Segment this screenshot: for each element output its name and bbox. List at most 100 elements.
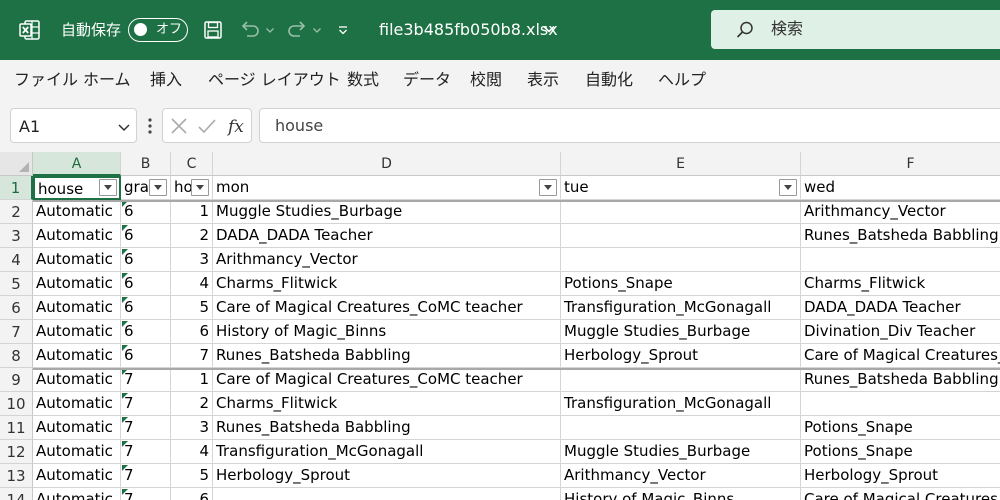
cell-c-12[interactable]: 4 [171,440,213,464]
cell-f-9[interactable]: Runes_Batsheda Babbling [801,368,1000,392]
cell-a-10[interactable]: Automatic [33,392,121,416]
number-as-text-indicator-icon[interactable] [122,465,128,471]
number-as-text-indicator-icon[interactable] [122,249,128,255]
cell-f-4[interactable] [801,248,1000,272]
cell-b-8[interactable]: 6 [121,344,171,368]
redo-dropdown-icon[interactable] [311,18,323,42]
cell-d-4[interactable]: Arithmancy_Vector [213,248,561,272]
cell-d-11[interactable]: Runes_Batsheda Babbling [213,416,561,440]
name-box-chevron-icon[interactable] [117,120,131,134]
filter-dropdown-icon[interactable] [99,179,117,196]
cell-c-9[interactable]: 1 [171,368,213,392]
number-as-text-indicator-icon[interactable] [122,441,128,447]
cell-b-10[interactable]: 7 [121,392,171,416]
filter-dropdown-icon[interactable] [149,179,167,196]
cell-a-12[interactable]: Automatic [33,440,121,464]
cell-e-10[interactable]: Transfiguration_McGonagall [561,392,801,416]
customize-toolbar-icon[interactable] [335,18,351,42]
cell-c-4[interactable]: 3 [171,248,213,272]
cell-f-5[interactable]: Charms_Flitwick [801,272,1000,296]
cell-f-3[interactable]: Runes_Batsheda Babbling [801,224,1000,248]
select-all-button[interactable] [0,152,33,176]
cell-b-12[interactable]: 7 [121,440,171,464]
undo-icon[interactable] [236,18,264,42]
row-header-10[interactable]: 10 [0,392,33,416]
more-options-icon[interactable] [147,117,153,135]
row-header-4[interactable]: 4 [0,248,33,272]
cell-b-3[interactable]: 6 [121,224,171,248]
cell-d-5[interactable]: Charms_Flitwick [213,272,561,296]
cell-e-7[interactable]: Muggle Studies_Burbage [561,320,801,344]
cell-d-3[interactable]: DADA_DADA Teacher [213,224,561,248]
cell-d-6[interactable]: Care of Magical Creatures_CoMC teacher [213,296,561,320]
cell-d-14[interactable] [213,488,561,500]
cell-f-10[interactable] [801,392,1000,416]
file-name-chevron-icon[interactable] [541,21,557,37]
cell-a-4[interactable]: Automatic [33,248,121,272]
row-header-12[interactable]: 12 [0,440,33,464]
cell-e-5[interactable]: Potions_Snape [561,272,801,296]
number-as-text-indicator-icon[interactable] [122,297,128,303]
redo-icon[interactable] [283,18,311,42]
header-cell-f[interactable]: wed [801,176,1000,200]
cell-e-12[interactable]: Muggle Studies_Burbage [561,440,801,464]
cell-b-7[interactable]: 6 [121,320,171,344]
cell-d-2[interactable]: Muggle Studies_Burbage [213,200,561,224]
excel-logo-icon[interactable] [19,19,41,41]
cell-c-7[interactable]: 6 [171,320,213,344]
cell-b-2[interactable]: 6 [121,200,171,224]
cell-a-9[interactable]: Automatic [33,368,121,392]
column-header-e[interactable]: E [561,152,801,176]
row-header-1[interactable]: 1 [0,176,33,200]
enter-icon[interactable] [197,116,217,136]
number-as-text-indicator-icon[interactable] [122,417,128,423]
cell-d-7[interactable]: History of Magic_Binns [213,320,561,344]
number-as-text-indicator-icon[interactable] [122,393,128,399]
row-header-2[interactable]: 2 [0,200,33,224]
search-box[interactable]: 検索 [711,10,1000,49]
cell-e-13[interactable]: Arithmancy_Vector [561,464,801,488]
cell-f-13[interactable]: Herbology_Sprout [801,464,1000,488]
cell-e-6[interactable]: Transfiguration_McGonagall [561,296,801,320]
filter-dropdown-icon[interactable] [191,179,209,196]
cell-c-3[interactable]: 2 [171,224,213,248]
cell-f-2[interactable]: Arithmancy_Vector [801,200,1000,224]
cell-b-14[interactable]: 7 [121,488,171,500]
column-header-c[interactable]: C [171,152,213,176]
cell-a-14[interactable]: Automatic [33,488,121,500]
autosave-toggle[interactable]: オフ [128,18,188,42]
row-header-14[interactable]: 14 [0,488,33,500]
cell-d-12[interactable]: Transfiguration_McGonagall [213,440,561,464]
cell-e-14[interactable]: History of Magic_Binns [561,488,801,500]
filter-dropdown-icon[interactable] [539,179,557,196]
tab-data[interactable]: データ [403,69,451,91]
column-header-f[interactable]: F [801,152,1000,176]
row-header-9[interactable]: 9 [0,368,33,392]
tab-insert[interactable]: 挿入 [150,69,182,91]
cell-b-13[interactable]: 7 [121,464,171,488]
number-as-text-indicator-icon[interactable] [122,489,128,495]
formula-input[interactable]: house [259,108,1000,143]
cell-f-12[interactable]: Potions_Snape [801,440,1000,464]
cell-a-8[interactable]: Automatic [33,344,121,368]
number-as-text-indicator-icon[interactable] [122,321,128,327]
cell-e-4[interactable] [561,248,801,272]
cell-d-10[interactable]: Charms_Flitwick [213,392,561,416]
row-header-8[interactable]: 8 [0,344,33,368]
cell-f-11[interactable]: Potions_Snape [801,416,1000,440]
cell-c-14[interactable]: 6 [171,488,213,500]
tab-automate[interactable]: 自動化 [585,69,633,91]
cell-c-11[interactable]: 3 [171,416,213,440]
row-header-7[interactable]: 7 [0,320,33,344]
cell-e-9[interactable] [561,368,801,392]
row-header-3[interactable]: 3 [0,224,33,248]
filter-dropdown-icon[interactable] [779,179,797,196]
cell-c-10[interactable]: 2 [171,392,213,416]
cell-e-8[interactable]: Herbology_Sprout [561,344,801,368]
cell-a-3[interactable]: Automatic [33,224,121,248]
tab-review[interactable]: 校閲 [470,69,502,91]
cell-a-13[interactable]: Automatic [33,464,121,488]
column-header-a[interactable]: A [33,152,121,176]
column-header-d[interactable]: D [213,152,561,176]
cell-c-2[interactable]: 1 [171,200,213,224]
